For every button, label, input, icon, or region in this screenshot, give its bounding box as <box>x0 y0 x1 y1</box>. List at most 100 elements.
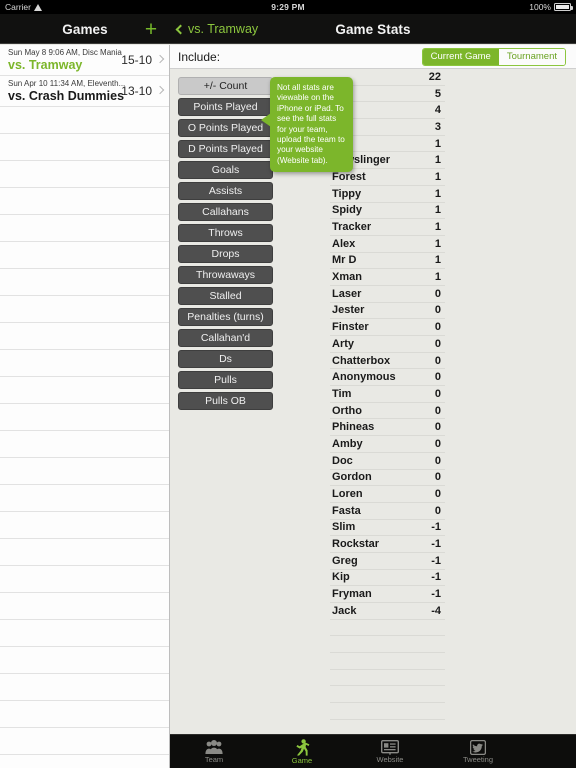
player-stat-row: Tippy 1 <box>330 186 445 203</box>
stat-button[interactable]: O Points Played <box>178 119 273 137</box>
add-game-button[interactable]: + <box>140 14 162 44</box>
empty-list-row <box>0 215 169 242</box>
player-stat-row: Alex 1 <box>330 236 445 253</box>
player-stat-row: Finster 0 <box>330 319 445 336</box>
empty-list-row <box>0 647 169 674</box>
player-stat-value: 0 <box>434 454 441 467</box>
empty-list-row <box>0 431 169 458</box>
player-stat-value: 0 <box>434 304 441 317</box>
empty-stat-row <box>330 636 445 654</box>
player-stat-row: Anonymous 0 <box>330 369 445 387</box>
stat-button[interactable]: Goals <box>178 161 273 179</box>
player-stat-value: 1 <box>434 137 441 150</box>
player-stat-value: 1 <box>434 271 441 284</box>
stat-button[interactable]: Penalties (turns) <box>178 308 273 326</box>
empty-stat-row <box>330 620 445 637</box>
player-name: Anonymous <box>332 371 396 384</box>
stat-button[interactable]: Points Played <box>178 98 273 116</box>
player-stat-value: 1 <box>434 254 441 267</box>
detail-navbar: vs. Tramway Game Stats <box>170 14 576 44</box>
empty-list-row <box>0 458 169 485</box>
empty-list-row <box>0 620 169 647</box>
player-name: Ortho <box>332 404 362 417</box>
tab-website[interactable]: Website <box>346 735 434 768</box>
player-stat-value: 0 <box>434 287 441 300</box>
status-bar-right: 100% <box>529 2 573 12</box>
player-stat-row: Tracker 1 <box>330 219 445 236</box>
player-name: Rockstar <box>332 538 380 551</box>
game-list-item[interactable]: Sun Apr 10 11:34 AM, Eleventh... vs. Cras… <box>0 76 169 107</box>
player-stat-row: Fryman -1 <box>330 586 445 603</box>
empty-list-row <box>0 539 169 566</box>
player-stat-row: Jack -4 <box>330 603 445 620</box>
status-bar: Carrier 9:29 PM 100% <box>0 0 576 14</box>
empty-list-row <box>0 593 169 620</box>
tab-team[interactable]: Team <box>170 735 258 768</box>
player-stat-row: Slim -1 <box>330 520 445 537</box>
stat-button[interactable]: Assists <box>178 182 273 200</box>
team-icon <box>205 739 223 755</box>
games-list: Sun May 8 9:06 AM, Disc Mania vs. Tramway… <box>0 45 169 755</box>
player-stat-row: Mr D 1 <box>330 253 445 270</box>
player-name: Arty <box>332 337 355 350</box>
segment-current-game[interactable]: Current Game <box>422 49 499 65</box>
info-callout: Not all stats are viewable on the iPhone… <box>261 77 353 173</box>
tab-bar[interactable]: Team Game Website Tweeting <box>170 734 576 768</box>
stat-button[interactable]: Drops <box>178 245 273 263</box>
player-stat-value: 0 <box>434 421 441 434</box>
stat-button[interactable]: Pulls OB <box>178 392 273 410</box>
player-name: Jack <box>332 604 357 617</box>
player-name: Doc <box>332 454 353 467</box>
stat-button[interactable]: Ds <box>178 350 273 368</box>
player-stat-row: Arty 0 <box>330 336 445 353</box>
empty-list-row <box>0 377 169 404</box>
scope-segmented-control[interactable]: Current Game Tournament <box>421 48 566 66</box>
player-stat-row: Spidy 1 <box>330 203 445 220</box>
player-name: Alex <box>332 237 356 250</box>
player-stat-value: 1 <box>434 187 441 200</box>
player-stat-row: Kip -1 <box>330 570 445 587</box>
player-stat-value: 0 <box>434 321 441 334</box>
player-stat-value: 0 <box>434 337 441 350</box>
player-stat-value: 0 <box>434 488 441 501</box>
stat-button[interactable]: Throwaways <box>178 266 273 284</box>
player-stat-value: -4 <box>431 604 441 617</box>
stat-button[interactable]: Callahans <box>178 203 273 221</box>
player-stat-row: Chatterbox 0 <box>330 353 445 370</box>
stat-button[interactable]: Throws <box>178 224 273 242</box>
player-stat-value: 1 <box>434 204 441 217</box>
player-stat-row: Rockstar -1 <box>330 536 445 553</box>
player-name: Spidy <box>332 204 362 217</box>
include-label: Include: <box>178 49 221 64</box>
player-name: Forest <box>332 170 366 183</box>
player-stat-value: -1 <box>431 521 441 534</box>
player-stat-row: Doc 0 <box>330 453 445 470</box>
player-stat-row: Greg -1 <box>330 553 445 570</box>
player-name: Laser <box>332 287 362 300</box>
empty-list-row <box>0 161 169 188</box>
games-sidebar[interactable]: Sun May 8 9:06 AM, Disc Mania vs. Tramway… <box>0 45 170 768</box>
player-name: Gordon <box>332 471 372 484</box>
game-list-item[interactable]: Sun May 8 9:06 AM, Disc Mania vs. Tramway… <box>0 45 169 76</box>
twitter-icon <box>470 739 486 755</box>
player-stat-row: Laser 0 <box>330 286 445 303</box>
tab-tweeting[interactable]: Tweeting <box>434 735 522 768</box>
stat-button[interactable]: Pulls <box>178 371 273 389</box>
player-name: Tracker <box>332 221 372 234</box>
stat-button[interactable]: Callahan'd <box>178 329 273 347</box>
empty-list-row <box>0 485 169 512</box>
tab-game[interactable]: Game <box>258 735 346 768</box>
stat-button[interactable]: Stalled <box>178 287 273 305</box>
stat-button[interactable]: +/- Count <box>178 77 273 95</box>
segment-tournament[interactable]: Tournament <box>498 49 565 65</box>
player-name: Tim <box>332 387 352 400</box>
stat-filter-buttons: +/- Count Points Played O Points Played D P… <box>178 77 273 413</box>
empty-list-row <box>0 404 169 431</box>
game-date: Sun May 8 9:06 AM, Disc Mania <box>8 48 122 57</box>
player-stat-value: -1 <box>431 571 441 584</box>
player-stat-value: 22 <box>428 70 441 83</box>
player-name: Amby <box>332 437 363 450</box>
stat-button[interactable]: D Points Played <box>178 140 273 158</box>
empty-stat-row <box>330 703 445 720</box>
player-name: Mr D <box>332 254 357 267</box>
